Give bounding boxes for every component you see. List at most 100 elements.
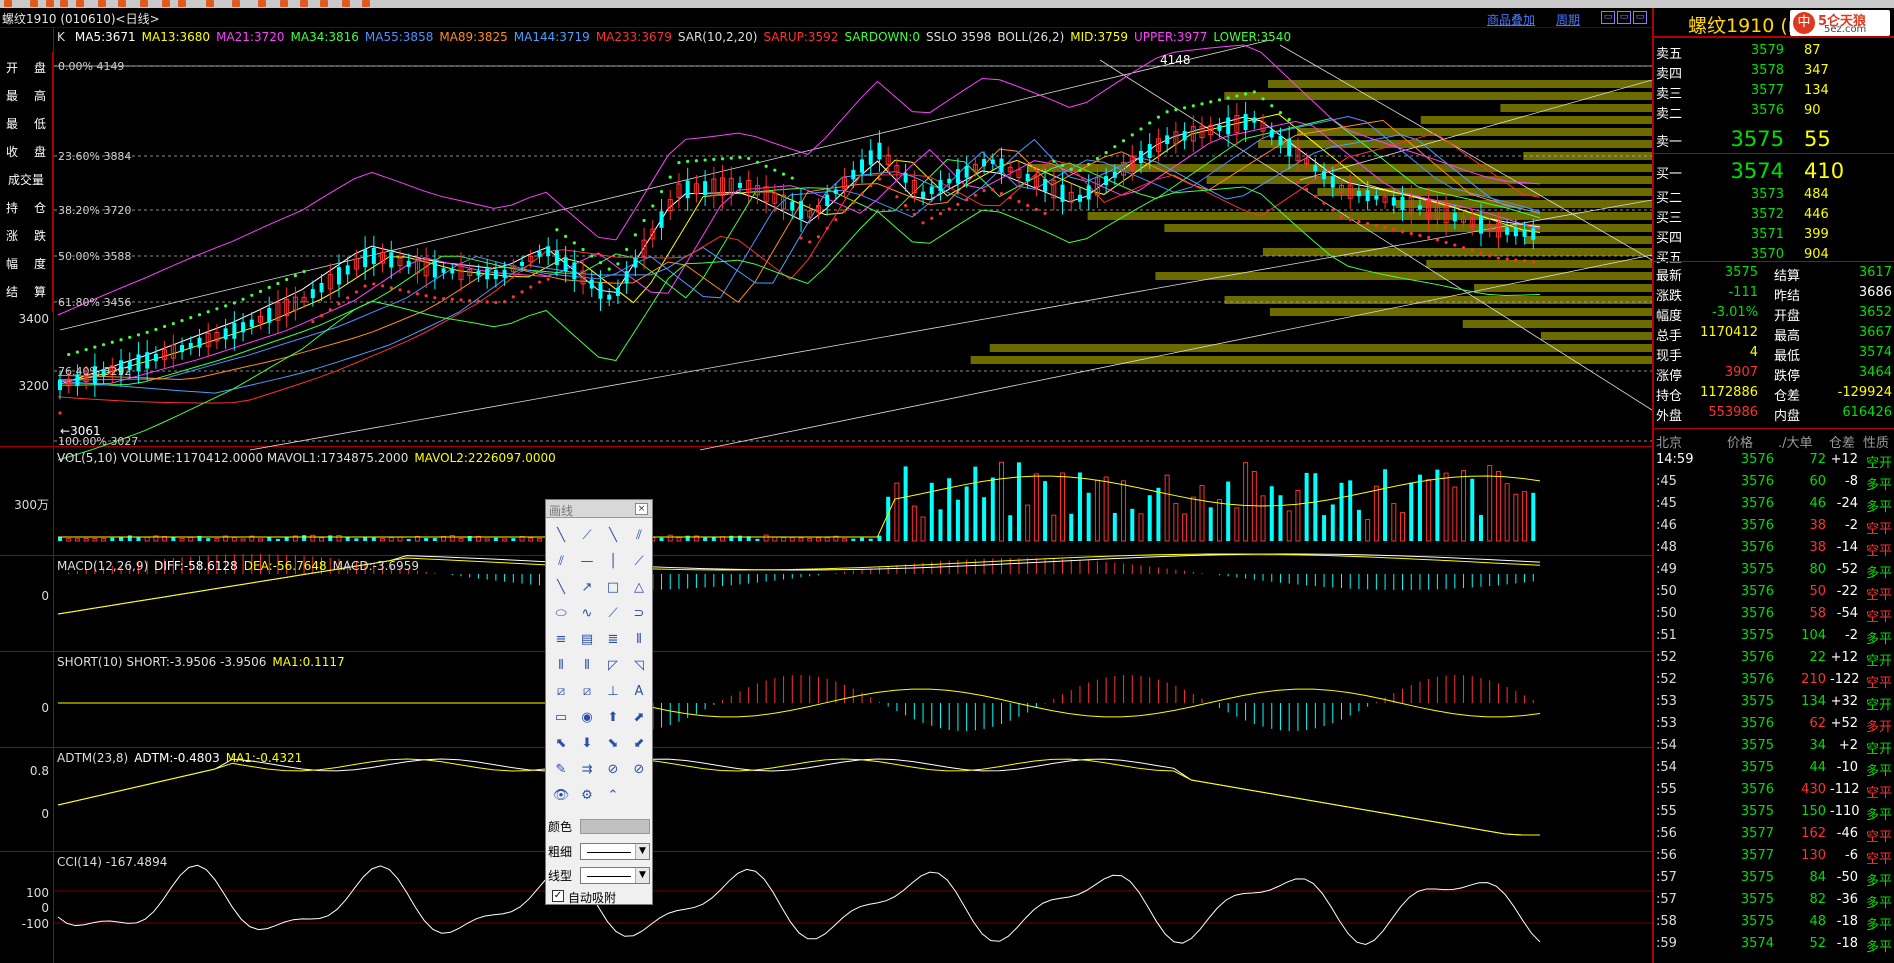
draw-tool-icon[interactable]: ⟋: [628, 550, 650, 572]
draw-tool-icon[interactable]: ⬭: [550, 602, 572, 624]
vol-legend: VOL(5,10) VOLUME:1170412.0000 MAVOL1:173…: [57, 451, 562, 465]
draw-tool-icon[interactable]: ⦀: [576, 654, 598, 676]
volume-bar: [1531, 492, 1536, 541]
tick-oi-change: +2: [1838, 738, 1858, 753]
draw-tool-icon[interactable]: ⟋: [576, 524, 598, 546]
draw-tool-icon[interactable]: ✎: [550, 758, 572, 780]
macd-dea: DEA:-56.7648: [243, 559, 327, 573]
draw-tool-icon[interactable]: △: [628, 576, 650, 598]
draw-tool-icon[interactable]: ◉: [576, 706, 598, 728]
volume-bar: [1330, 504, 1335, 541]
draw-tool-icon[interactable]: ⊘: [628, 758, 650, 780]
bid-volume: 410: [1804, 159, 1845, 183]
stat-label: 最新: [1656, 269, 1683, 284]
sar-dot: [581, 247, 585, 252]
dialog-titlebar[interactable]: 画线 ×: [546, 500, 652, 518]
stats-row: 现手 4 最低 3574: [1654, 344, 1894, 364]
draw-tool-icon[interactable]: —: [576, 550, 598, 572]
draw-tool-icon[interactable]: □: [602, 576, 624, 598]
tick-price: 3576: [1740, 782, 1774, 797]
drawing-tools-dialog[interactable]: 画线 × ╲ ⟋ ╲ ⫽ ⫽ — │ ⟋ ╲ ↗ □ △ ⬭ ∿ ⟋ ⊃ ≡ ▤ ≣ ⦀ ⦀ ⦀ ◸ ◹ ⧄ ⧄ ⊥ A ▭ ◉ ⬆ ⬈ ⬉ ⬇ ⬊…: [545, 499, 653, 905]
draw-tool-icon[interactable]: ⊥: [602, 680, 624, 702]
volume-bar: [703, 537, 708, 541]
draw-tool-icon[interactable]: ⬊: [602, 732, 624, 754]
draw-tool-icon[interactable]: A: [628, 680, 650, 702]
draw-tool-icon[interactable]: 👁: [550, 784, 572, 806]
line-style-select[interactable]: ▼: [580, 867, 650, 884]
tick-price: 3575: [1740, 694, 1774, 709]
candle-body: [982, 159, 987, 167]
draw-tool-icon[interactable]: ╲: [550, 524, 572, 546]
sar-dot: [1479, 251, 1483, 255]
sar-dot: [781, 172, 786, 176]
sar-dot: [677, 161, 681, 165]
tick-oi-change: -14: [1836, 540, 1858, 555]
draw-tool-icon[interactable]: ⦀: [550, 654, 572, 676]
fib-level-label: 50.00% 3588: [58, 250, 132, 263]
tick-nature: 多平: [1865, 918, 1892, 933]
draw-tool-icon[interactable]: ▤: [576, 628, 598, 650]
short-legend: SHORT(10) SHORT:-3.9506 -3.9506 MA1:0.111…: [57, 655, 351, 669]
volume-bar: [388, 536, 394, 542]
draw-tool-icon[interactable]: ▭: [550, 706, 572, 728]
draw-tool-icon[interactable]: ⫽: [550, 550, 572, 572]
volume-bar: [1234, 507, 1240, 542]
draw-tool-icon[interactable]: ⫽: [628, 524, 650, 546]
draw-tool-icon[interactable]: ≡: [550, 628, 572, 650]
draw-tool-icon[interactable]: ≣: [602, 628, 624, 650]
draw-tool-icon[interactable]: ⊃: [628, 602, 650, 624]
tick-oi-change: -18: [1836, 914, 1858, 929]
draw-tool-icon[interactable]: ⧄: [576, 680, 598, 702]
draw-tool-icon[interactable]: ⦀: [628, 628, 650, 650]
volume-bar: [1112, 512, 1117, 541]
volume-bar: [1190, 496, 1196, 542]
auto-snap-checkbox[interactable]: ✓: [552, 890, 564, 902]
tick-time: :54: [1656, 760, 1677, 775]
draw-tool-icon[interactable]: │: [602, 550, 624, 572]
draw-tool-icon[interactable]: ⊘: [602, 758, 624, 780]
draw-tool-icon[interactable]: ⚙: [576, 784, 598, 806]
draw-tool-icon[interactable]: ╲: [602, 524, 624, 546]
draw-tool-icon[interactable]: ⧄: [550, 680, 572, 702]
sar-dot: [982, 189, 986, 193]
high-price-mark: 4148: [1160, 53, 1191, 67]
draw-tool-icon[interactable]: ↗: [576, 576, 598, 598]
sar-dot: [651, 204, 655, 208]
candle-body: [345, 265, 350, 275]
candle-body: [598, 282, 603, 299]
sar-dot: [136, 333, 141, 337]
volume-bar: [1295, 489, 1301, 542]
line-width-select[interactable]: ▼: [580, 843, 650, 860]
volume-bar: [267, 537, 272, 541]
color-picker[interactable]: [580, 819, 650, 834]
dialog-close-button[interactable]: ×: [635, 503, 648, 515]
kline-chart[interactable]: [0, 0, 1652, 963]
candle-body: [1365, 190, 1370, 201]
draw-tool-icon[interactable]: ⇉: [576, 758, 598, 780]
draw-tool-icon[interactable]: ◹: [628, 654, 650, 676]
ask-label: 卖二: [1656, 107, 1683, 122]
volume-bar: [1269, 486, 1274, 541]
sar-dot: [75, 350, 80, 354]
sar-dot: [1514, 258, 1518, 262]
sar-dot: [424, 294, 428, 298]
draw-tool-icon[interactable]: ∿: [576, 602, 598, 624]
draw-tool-icon[interactable]: ⬉: [550, 732, 572, 754]
draw-tool-icon[interactable]: ◸: [602, 654, 624, 676]
candle-body: [1374, 195, 1379, 200]
stat-label: 仓差: [1774, 389, 1801, 404]
draw-tool-icon[interactable]: ⟋: [602, 602, 624, 624]
draw-tool-icon[interactable]: ⌃: [602, 784, 624, 806]
sar-dot: [1409, 231, 1413, 236]
draw-tool-icon[interactable]: ⬈: [628, 706, 650, 728]
draw-tool-icon[interactable]: ╲: [550, 576, 572, 598]
ask-row: 卖五 3579 87: [1654, 42, 1894, 62]
draw-tool-icon[interactable]: ⬆: [602, 706, 624, 728]
sar-dot: [1488, 253, 1492, 258]
tick-volume: 82: [1809, 892, 1826, 907]
volume-bar: [1156, 487, 1161, 541]
tick-row: :50 3576 58 -54 空平: [1654, 604, 1894, 626]
draw-tool-icon[interactable]: ⬇: [576, 732, 598, 754]
draw-tool-icon[interactable]: ⬋: [628, 732, 650, 754]
tick-time: :50: [1656, 606, 1677, 621]
